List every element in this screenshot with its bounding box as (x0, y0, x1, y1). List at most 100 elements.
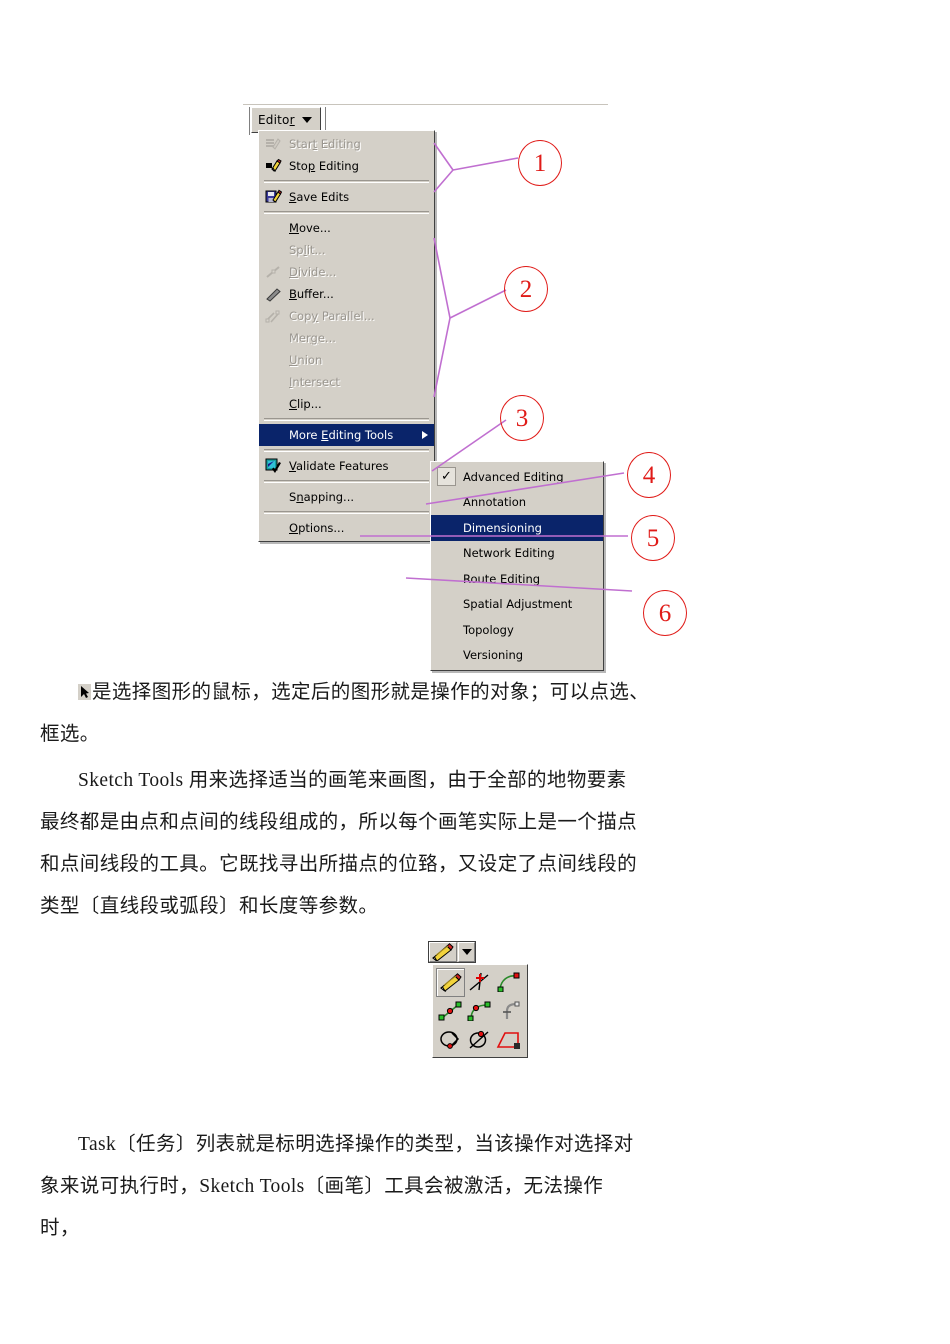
menu-item-copy-parallel[interactable]: Copy Parallel... (259, 305, 434, 327)
paragraph-3-line3-text: 时， (40, 1218, 80, 1239)
callout-3: 3 (500, 395, 544, 441)
tangent-curve-tool-icon[interactable] (495, 997, 524, 1026)
submenu-item-label: Versioning (463, 648, 524, 663)
buffer-icon (265, 286, 282, 302)
editor-dropdown-menu[interactable]: Start Editing Stop Editing Save Edits Mo… (258, 130, 435, 542)
midpoint-tool-icon[interactable] (436, 997, 465, 1026)
checkmark-icon: ✓ (437, 467, 456, 486)
menu-item-more-editing-tools[interactable]: More Editing Tools (259, 424, 434, 446)
endpoint-arc-tool-icon[interactable] (465, 997, 494, 1026)
chevron-down-icon (301, 117, 312, 123)
paragraph-3-line3: 时， (40, 1208, 910, 1250)
menu-separator (264, 480, 429, 483)
menu-item-options[interactable]: Options... (259, 517, 434, 539)
trace-tool-icon[interactable] (436, 1025, 465, 1054)
menu-item-move[interactable]: Move... (259, 217, 434, 239)
sketch-tool-button[interactable] (429, 942, 457, 963)
submenu-item-advanced-editing[interactable]: ✓ Advanced Editing (431, 464, 603, 490)
menu-item-buffer[interactable]: Buffer... (259, 283, 434, 305)
select-arrow-cursor-icon (78, 674, 91, 700)
sketch-tools-palette[interactable] (432, 964, 528, 1058)
menu-separator (264, 511, 429, 514)
menu-item-divide[interactable]: Divide... (259, 261, 434, 283)
menu-item-label: Union (289, 353, 323, 367)
paragraph-3-line1: Task〔任务〕列表就是标明选择操作的类型，当该操作对选择对 (40, 1124, 948, 1166)
submenu-item-versioning[interactable]: Versioning (431, 643, 603, 669)
submenu-item-label: Network Editing (463, 546, 555, 561)
paragraph-1: 是选择图形的鼠标，选定后的图形就是操作的对象；可以点选、 (40, 672, 948, 714)
menu-item-label: Divide... (289, 265, 337, 279)
callout-6: 6 (643, 590, 687, 636)
callout-2: 2 (504, 266, 548, 312)
more-editing-tools-submenu[interactable]: ✓ Advanced Editing Annotation Dimensioni… (430, 461, 604, 671)
submenu-arrow-icon (422, 431, 428, 439)
sketch-tool-dropdown-button[interactable] (458, 942, 475, 962)
submenu-item-route-editing[interactable]: Route Editing (431, 566, 603, 592)
paragraph-3-line1-text: Task〔任务〕列表就是标明选择操作的类型，当该操作对选择对 (78, 1134, 634, 1155)
menu-item-label: Clip... (289, 397, 322, 411)
divide-icon (265, 264, 282, 280)
menu-item-start-editing[interactable]: Start Editing (259, 133, 434, 155)
menu-item-label: Move... (289, 221, 331, 235)
menu-item-intersect[interactable]: Intersect (259, 371, 434, 393)
menu-item-label: Buffer... (289, 287, 334, 301)
paragraph-2-line1-text: Sketch Tools 用来选择适当的画笔来画图，由于全部的地物要素 (78, 770, 627, 791)
menu-item-stop-editing[interactable]: Stop Editing (259, 155, 434, 177)
menu-item-clip[interactable]: Clip... (259, 393, 434, 415)
submenu-item-topology[interactable]: Topology (431, 617, 603, 643)
menu-separator (264, 180, 429, 183)
submenu-item-spatial-adjustment[interactable]: Spatial Adjustment (431, 592, 603, 618)
sketch-tools-figure (0, 938, 950, 1083)
arc-tool-icon[interactable] (495, 968, 524, 997)
distance-distance-tool-icon[interactable] (465, 1025, 494, 1054)
submenu-item-label: Spatial Adjustment (463, 597, 573, 612)
editor-menu-button-label: Editor (258, 113, 295, 127)
callout-number: 4 (642, 461, 656, 489)
menu-separator (264, 418, 429, 421)
menu-item-split[interactable]: Split... (259, 239, 434, 261)
menu-item-label: Start Editing (289, 137, 361, 151)
callout-number: 5 (646, 524, 660, 552)
submenu-item-label: Dimensioning (463, 520, 542, 535)
intersection-tool-icon[interactable] (465, 968, 494, 997)
menu-item-label: Stop Editing (289, 159, 359, 173)
paragraph-2-line3-text: 和点间线段的工具。它既找寻出所描点的位臵，又设定了点间线段的 (40, 854, 638, 875)
callout-number: 1 (533, 149, 547, 177)
submenu-item-label: Route Editing (463, 571, 541, 586)
submenu-item-network-editing[interactable]: Network Editing (431, 541, 603, 567)
callout-number: 6 (658, 599, 672, 627)
menu-item-union[interactable]: Union (259, 349, 434, 371)
start-editing-icon (265, 136, 282, 152)
menu-item-label: Options... (289, 521, 345, 535)
menu-separator (264, 211, 429, 214)
menu-item-label: Split... (289, 243, 326, 257)
validate-features-icon (265, 458, 282, 474)
menu-item-snapping[interactable]: Snapping... (259, 486, 434, 508)
direction-distance-tool-icon[interactable] (495, 1025, 524, 1054)
callout-4: 4 (627, 452, 671, 498)
chevron-down-icon (461, 949, 472, 955)
menu-item-save-edits[interactable]: Save Edits (259, 186, 434, 208)
paragraph-1-line2-text: 框选。 (40, 724, 100, 745)
paragraph-2-line2-text: 最终都是由点和点间的线段组成的，所以每个画笔实际上是一个描点 (40, 812, 638, 833)
submenu-item-dimensioning[interactable]: Dimensioning (431, 515, 603, 541)
submenu-item-label: Topology (463, 622, 514, 637)
callout-5: 5 (631, 515, 675, 561)
callout-number: 2 (519, 275, 533, 303)
menu-item-label: Intersect (289, 375, 340, 389)
save-edits-icon (265, 189, 283, 205)
submenu-item-annotation[interactable]: Annotation (431, 490, 603, 516)
sketch-tool-icon[interactable] (436, 968, 466, 997)
menu-item-label: Save Edits (289, 190, 350, 204)
menu-item-label: More Editing Tools (289, 428, 394, 442)
menu-item-validate-features[interactable]: Validate Features (259, 455, 434, 477)
paragraph-2-line4: 类型〔直线段或弧段〕和长度等参数。 (40, 886, 910, 928)
menu-item-merge[interactable]: Merge... (259, 327, 434, 349)
paragraph-3-line2: 象来说可执行时，Sketch Tools〔画笔〕工具会被激活，无法操作 (40, 1166, 910, 1208)
arcmap-editor-menu-figure: Editor Start Editing Stop Editing Save E… (0, 0, 950, 690)
paragraph-3-line2-text: 象来说可执行时，Sketch Tools〔画笔〕工具会被激活，无法操作 (40, 1176, 604, 1197)
menu-item-label: Copy Parallel... (289, 309, 375, 323)
paragraph-1-text: 是选择图形的鼠标，选定后的图形就是操作的对象；可以点选、 (92, 682, 650, 703)
menu-item-label: Snapping... (289, 490, 355, 504)
toolbar-grip[interactable] (243, 107, 250, 135)
